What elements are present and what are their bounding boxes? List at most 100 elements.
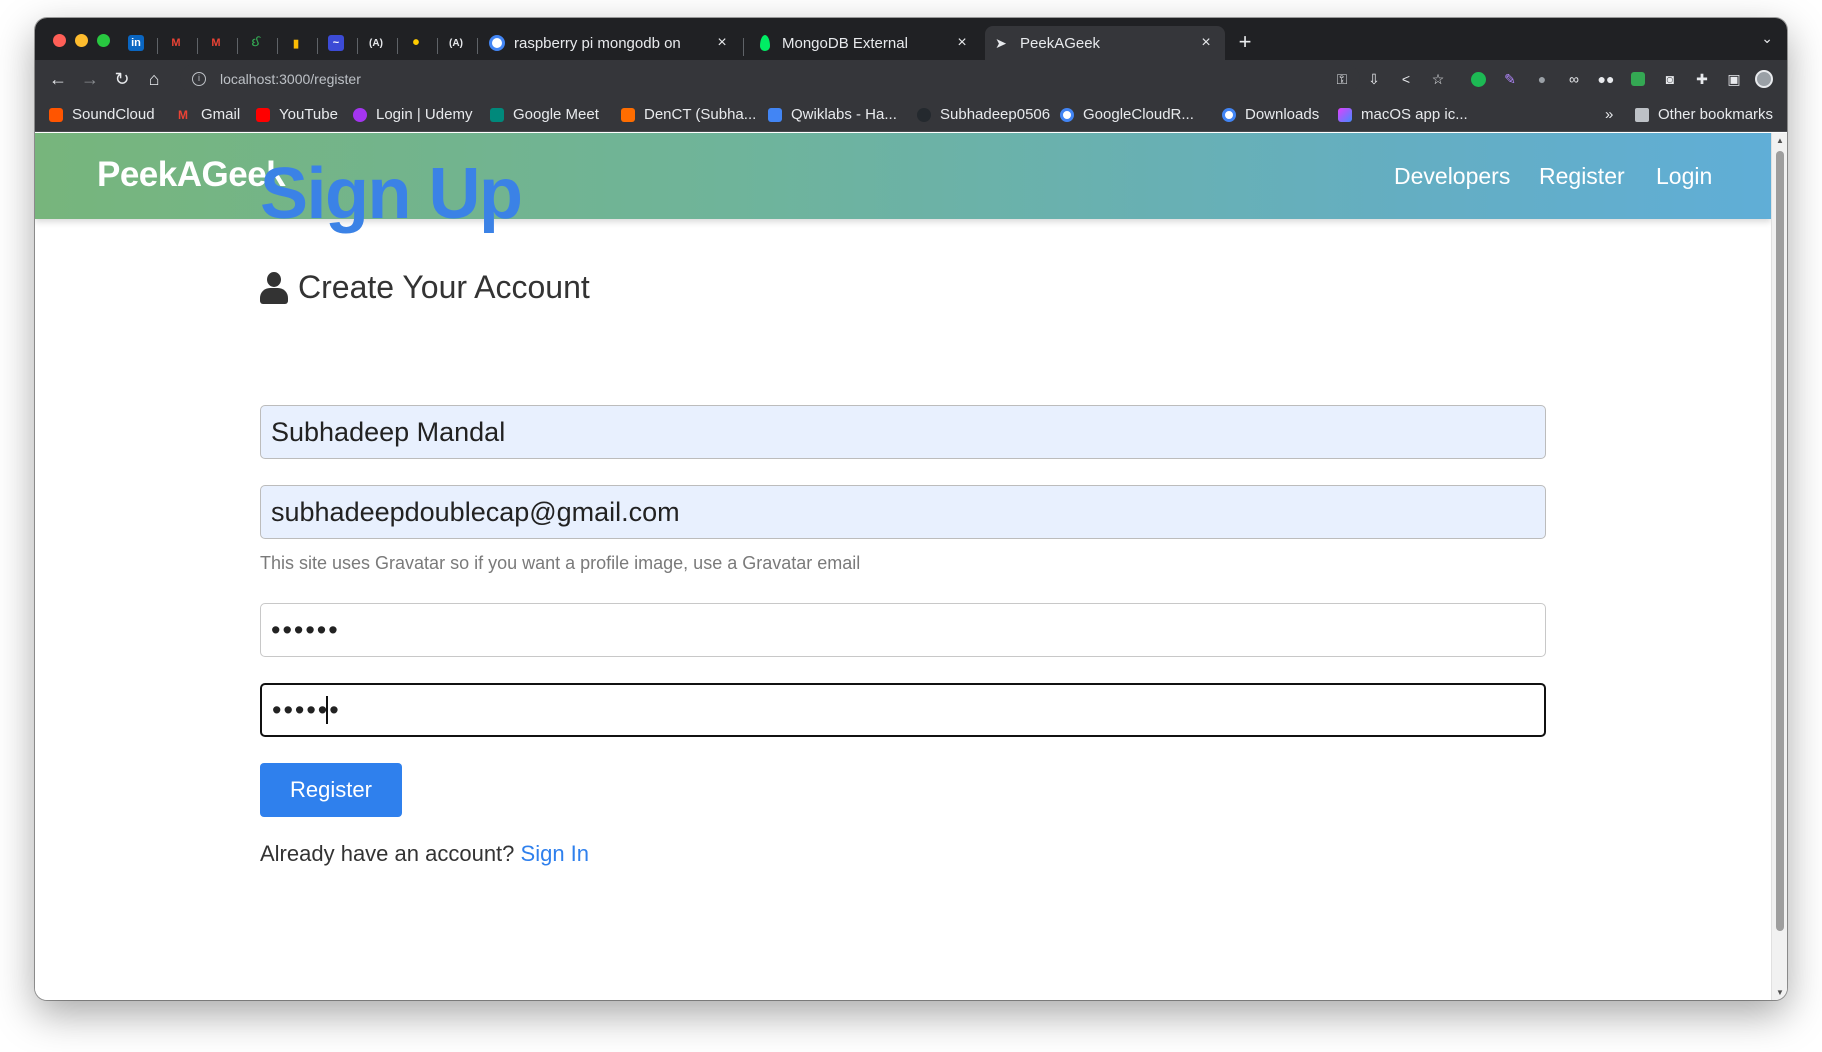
pinned-tab[interactable]: ~	[317, 30, 355, 56]
pinned-tab[interactable]: M	[197, 30, 235, 56]
browser-toolbar: ← → ↻ ⌂ i localhost:3000/register ⚿ ⇩ < …	[35, 60, 1787, 98]
back-icon[interactable]: ←	[45, 66, 71, 92]
text-caret	[326, 696, 328, 724]
email-help-text: This site uses Gravatar so if you want a…	[260, 553, 861, 573]
nav-link-developers[interactable]: Developers	[1394, 163, 1510, 190]
scroll-thumb[interactable]	[1776, 151, 1784, 931]
feather-icon[interactable]: ✎	[1501, 70, 1519, 88]
pinned-tab[interactable]: M	[157, 30, 195, 56]
tab-title: MongoDB External	[782, 34, 908, 52]
tab-strip: in M M ઈ ▮ ~ (A) • (A) raspberry pi mong…	[35, 18, 1787, 60]
pinned-tab[interactable]: (A)	[437, 30, 475, 56]
sidepanel-icon[interactable]: ▣	[1725, 70, 1743, 88]
address-text: localhost:3000/register	[220, 71, 361, 87]
bookmark-item[interactable]: Subhadeep0506	[917, 106, 1050, 123]
user-icon	[260, 271, 288, 304]
signin-link[interactable]: Sign In	[521, 841, 590, 866]
reload-icon[interactable]: ↻	[109, 66, 135, 92]
close-icon[interactable]: ×	[1197, 34, 1215, 52]
pinned-tab[interactable]: •	[397, 30, 435, 56]
tab-title: PeekAGeek	[1020, 34, 1101, 52]
tab-title: raspberry pi mongodb on	[514, 34, 681, 52]
dev-icon	[621, 107, 635, 122]
avatar[interactable]	[1755, 70, 1773, 88]
forward-icon[interactable]: →	[77, 66, 103, 92]
register-button[interactable]: Register	[260, 763, 402, 817]
page-viewport: PeekAGeek Developers Register Login Sign…	[35, 133, 1771, 1000]
google-icon	[1222, 107, 1236, 122]
tab-search-icon[interactable]: ⌄	[1761, 30, 1773, 47]
share-icon[interactable]: <	[1397, 70, 1415, 88]
confirm-password-field[interactable]	[260, 683, 1546, 737]
key-icon: ▮	[292, 37, 300, 50]
close-icon[interactable]: ×	[713, 34, 731, 52]
other-bookmarks[interactable]: Other bookmarks	[1635, 106, 1773, 123]
nav-link-register[interactable]: Register	[1539, 163, 1625, 190]
home-icon[interactable]: ⌂	[141, 66, 167, 92]
gmail-icon: M	[211, 37, 221, 49]
glasses-icon[interactable]: ∞	[1565, 70, 1583, 88]
mongodb-leaf-icon	[760, 35, 770, 51]
app-icon: (A)	[369, 37, 383, 49]
extension-icon[interactable]	[1629, 70, 1647, 88]
bookmark-item[interactable]: DenCT (Subha...	[621, 106, 756, 123]
spotify-icon[interactable]	[1469, 70, 1487, 88]
nav-link-login[interactable]: Login	[1656, 163, 1712, 190]
youtube-icon	[256, 107, 270, 122]
close-icon[interactable]: ×	[953, 34, 971, 52]
macos-icon	[1338, 107, 1352, 122]
tab-raspberry-pi[interactable]: raspberry pi mongodb on ×	[479, 26, 741, 60]
brand-logo[interactable]: PeekAGeek	[97, 155, 286, 195]
bookmark-item[interactable]: SoundCloud	[49, 106, 155, 123]
star-icon[interactable]: ☆	[1429, 70, 1447, 88]
bookmark-item[interactable]: Downloads	[1222, 106, 1319, 123]
notification-icon: •	[412, 31, 420, 54]
bookmark-item[interactable]: macOS app ic...	[1338, 106, 1468, 123]
pinned-tab[interactable]: (A)	[357, 30, 395, 56]
bookmark-item[interactable]: Login | Udemy	[353, 106, 472, 123]
tab-peekageek[interactable]: ➤ PeekAGeek ×	[985, 26, 1225, 60]
gmail-icon: M	[178, 107, 188, 122]
puzzle-icon[interactable]: ✚	[1693, 70, 1711, 88]
pinned-tab[interactable]: in	[117, 30, 155, 56]
password-field[interactable]	[260, 603, 1546, 657]
page-scrollbar[interactable]: ▲ ▼	[1771, 133, 1787, 1000]
bookmarks-bar: SoundCloud M Gmail YouTube Login | Udemy …	[35, 98, 1787, 132]
install-icon[interactable]: ⇩	[1365, 70, 1383, 88]
linkedin-icon: in	[128, 35, 144, 51]
bookmark-item[interactable]: GoogleCloudR...	[1060, 106, 1194, 123]
signin-prompt: Already have an account? Sign In	[260, 841, 590, 866]
form-subtitle: Create Your Account	[260, 269, 590, 306]
new-tab-button[interactable]: +	[1231, 28, 1259, 56]
bookmark-item[interactable]: YouTube	[256, 106, 338, 123]
bookmark-item[interactable]: M Gmail	[178, 106, 240, 123]
cloud-icon	[768, 107, 782, 122]
email-field[interactable]	[260, 485, 1546, 539]
minimize-window-button[interactable]	[75, 34, 88, 47]
zoom-window-button[interactable]	[97, 34, 110, 47]
bookmark-item[interactable]: Qwiklabs - Ha...	[768, 106, 897, 123]
info-icon[interactable]: i	[192, 72, 206, 86]
gmail-icon: M	[171, 37, 181, 49]
send-icon: ➤	[995, 35, 1007, 51]
folder-icon	[1635, 107, 1649, 122]
menu-icon[interactable]: ⋮	[1783, 70, 1787, 88]
medium-icon[interactable]: ●●	[1597, 70, 1615, 88]
key-icon[interactable]: ⚿	[1333, 70, 1351, 88]
scroll-up-icon[interactable]: ▲	[1775, 136, 1785, 145]
address-bar[interactable]: i localhost:3000/register	[180, 64, 1360, 94]
name-field[interactable]	[260, 405, 1546, 459]
bookmark-item[interactable]: Google Meet	[490, 106, 599, 123]
bookmarks-overflow-icon[interactable]: »	[1605, 106, 1613, 123]
page-title: Sign Up	[260, 154, 523, 234]
pinned-tab[interactable]: ઈ	[237, 30, 275, 56]
browser-window: in M M ઈ ▮ ~ (A) • (A) raspberry pi mong…	[35, 18, 1787, 1000]
udemy-icon	[353, 107, 367, 122]
tab-mongodb[interactable]: MongoDB External ×	[747, 26, 981, 60]
scroll-down-icon[interactable]: ▼	[1775, 988, 1785, 997]
tab-separator	[743, 38, 744, 56]
pinned-tab[interactable]: ▮	[277, 30, 315, 56]
close-window-button[interactable]	[53, 34, 66, 47]
extension-icon[interactable]: ●	[1533, 70, 1551, 88]
camera-icon[interactable]: ◙	[1661, 70, 1679, 88]
